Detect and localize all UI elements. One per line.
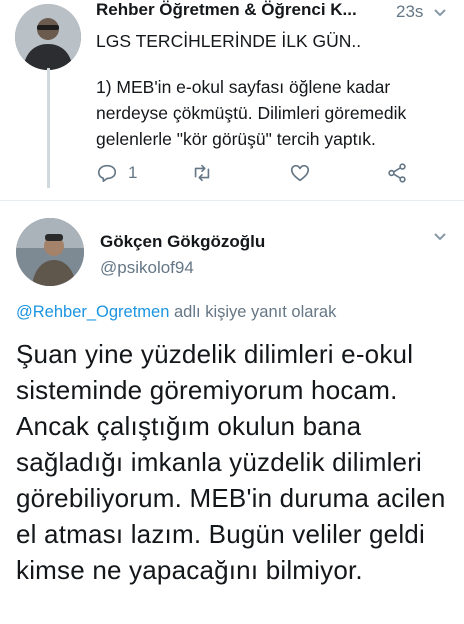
reply-icon [97, 164, 117, 183]
tweet2-text: Şuan yine yüzdelik dilimleri e-okul sist… [16, 339, 446, 585]
retweet-icon [194, 164, 210, 182]
tweet1-line2: 1) MEB'in e-okul sayfası öğlene kadar ne… [96, 77, 407, 149]
tweet2-author-name[interactable]: Gökçen Gökgözoğlu [100, 232, 265, 252]
chevron-down-icon[interactable] [434, 7, 446, 19]
retweet-button[interactable] [191, 162, 213, 184]
avatar-tweet2[interactable] [16, 218, 84, 286]
tweet1-body: LGS TERCİHLERİNDE İLK GÜN.. 1) MEB'in e-… [96, 28, 446, 152]
thread-line [47, 68, 50, 188]
like-button[interactable] [289, 162, 311, 184]
share-icon [388, 163, 406, 183]
tweet-separator [0, 200, 464, 201]
person-photo-icon [16, 218, 84, 286]
like-icon [290, 164, 310, 182]
reply-count: 1 [128, 163, 138, 182]
reply-button[interactable]: 1 [96, 162, 137, 184]
replying-to: @Rehber_Ogretmen adlı kişiye yanıt olara… [16, 303, 336, 322]
tweet1-actions: 1 [96, 162, 436, 190]
replying-to-suffix: adlı kişiye yanıt olarak [169, 303, 337, 321]
tweet1-time[interactable]: 23s [396, 2, 423, 22]
avatar-tweet1[interactable] [15, 4, 81, 70]
person-photo-icon [15, 4, 81, 70]
chevron-down-icon[interactable] [434, 231, 446, 243]
tweet1-author-name[interactable]: Rehber Öğretmen & Öğrenci K... [96, 0, 357, 20]
tweet2-handle[interactable]: @psikolof94 [100, 258, 194, 278]
tweet1-line1: LGS TERCİHLERİNDE İLK GÜN.. [96, 31, 362, 51]
share-button[interactable] [386, 162, 408, 184]
replying-to-handle[interactable]: @Rehber_Ogretmen [16, 303, 169, 321]
